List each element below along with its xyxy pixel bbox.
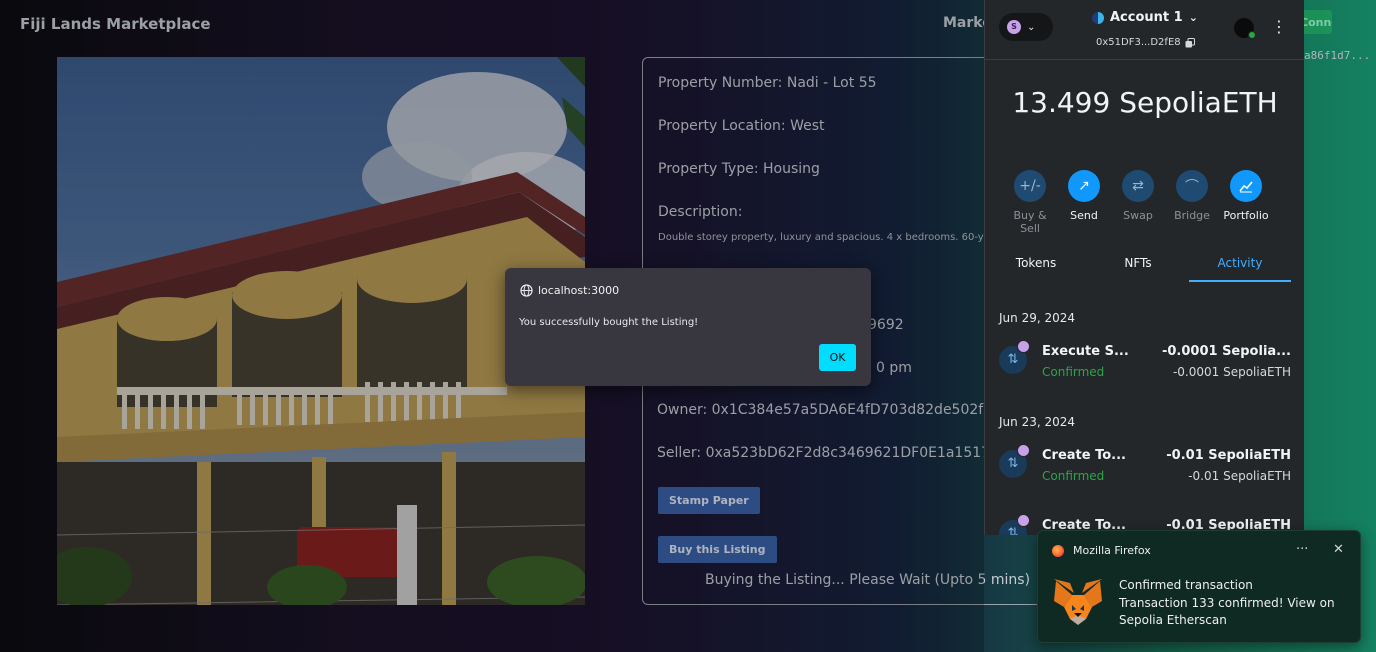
buy-listing-button[interactable]: Buy this Listing (658, 536, 777, 563)
stamp-paper-button[interactable]: Stamp Paper (658, 487, 760, 514)
more-options-icon[interactable]: ··· (1296, 542, 1308, 557)
buying-status-text: Buying the Listing... Please Wait (Upto … (705, 572, 1031, 588)
buy-sell-action[interactable]: +/- Buy & Sell (1003, 170, 1057, 235)
activity-amount: -0.01 SepoliaETH (1166, 448, 1291, 463)
chevron-down-icon: ⌄ (1027, 21, 1036, 33)
firefox-notification[interactable]: Mozilla Firefox ··· ✕ Confirmed transact… (1037, 530, 1361, 643)
portfolio-label: Portfolio (1223, 209, 1269, 222)
connected-site-icon[interactable] (1234, 18, 1256, 39)
send-action[interactable]: ↗ Send (1057, 170, 1111, 235)
account-name: Account 1 (1110, 10, 1183, 25)
activity-name: Execute S... (1042, 344, 1129, 359)
globe-icon (520, 284, 533, 297)
metamask-popup: S ⌄ Account 1 ⌄ 0x51DF3...D2fE8 ⋮ 13.499… (984, 0, 1304, 535)
alert-dialog: localhost:3000 You successfully bought t… (505, 268, 871, 386)
listing-time: 0 pm (876, 360, 912, 376)
network-badge-icon (1017, 514, 1030, 527)
bridge-icon: ⌒ (1176, 170, 1208, 202)
account-avatar (1092, 11, 1104, 24)
notification-title: Confirmed transaction (1119, 578, 1253, 592)
wallet-tabs: Tokens NFTs Activity (985, 248, 1304, 282)
activity-date: Jun 23, 2024 (999, 415, 1076, 429)
send-label: Send (1070, 209, 1098, 222)
notification-body: Transaction 133 confirmed! View on Sepol… (1119, 596, 1335, 627)
tab-activity[interactable]: Activity (1189, 248, 1291, 282)
connected-status-dot (1248, 31, 1256, 39)
price-value: 9692 (868, 317, 904, 333)
tab-tokens[interactable]: Tokens (985, 248, 1087, 282)
activity-status: Confirmed (1042, 365, 1105, 379)
account-selector[interactable]: Account 1 ⌄ (1092, 10, 1198, 25)
network-badge: S (1007, 20, 1021, 34)
portfolio-action[interactable]: Portfolio (1219, 170, 1273, 235)
alert-origin-text: localhost:3000 (538, 284, 620, 297)
chevron-down-icon: ⌄ (1188, 11, 1198, 24)
network-badge-icon (1017, 444, 1030, 457)
activity-amount-secondary: -0.01 SepoliaETH (1188, 469, 1291, 483)
close-icon[interactable]: ✕ (1333, 542, 1344, 557)
metamask-header: S ⌄ Account 1 ⌄ 0x51DF3...D2fE8 ⋮ (985, 0, 1304, 60)
account-address[interactable]: 0x51DF3...D2fE8 (1096, 37, 1195, 48)
activity-amount: -0.0001 Sepolia... (1161, 344, 1291, 359)
send-icon: ↗ (1068, 170, 1100, 202)
bridge-label: Bridge (1174, 209, 1210, 222)
copy-icon (1185, 37, 1195, 47)
wallet-actions: +/- Buy & Sell ↗ Send ⇄ Swap ⌒ Bridge Po… (1003, 170, 1273, 235)
account-address-text: 0x51DF3...D2fE8 (1096, 37, 1181, 48)
network-badge-icon (1017, 340, 1030, 353)
activity-status: Confirmed (1042, 469, 1105, 483)
buy-sell-label: Buy & Sell (1013, 209, 1047, 235)
owner-label: Owner: (657, 402, 708, 418)
activity-date: Jun 29, 2024 (999, 311, 1076, 325)
buy-sell-icon: +/- (1014, 170, 1046, 202)
portfolio-icon (1230, 170, 1262, 202)
network-selector[interactable]: S ⌄ (999, 13, 1053, 41)
alert-ok-button[interactable]: OK (819, 344, 856, 371)
swap-action[interactable]: ⇄ Swap (1111, 170, 1165, 235)
notification-app-name: Mozilla Firefox (1073, 544, 1151, 557)
firefox-icon (1052, 545, 1064, 557)
connected-address: a86f1d7... (1304, 49, 1371, 62)
seller-label: Seller: (657, 445, 702, 461)
activity-item[interactable]: ⇅ Create To... Confirmed -0.01 SepoliaET… (999, 444, 1291, 488)
bridge-action[interactable]: ⌒ Bridge (1165, 170, 1219, 235)
metamask-fox-icon (1054, 579, 1102, 625)
swap-icon: ⇄ (1122, 170, 1154, 202)
activity-item[interactable]: ⇅ Execute S... Confirmed -0.0001 Sepolia… (999, 340, 1291, 384)
balance-display: 13.499 SepoliaETH (1012, 86, 1278, 119)
swap-label: Swap (1123, 209, 1153, 222)
alert-origin: localhost:3000 (520, 284, 619, 297)
activity-amount-secondary: -0.0001 SepoliaETH (1172, 365, 1291, 379)
tab-nfts[interactable]: NFTs (1087, 248, 1189, 282)
more-options-icon[interactable]: ⋮ (1271, 17, 1287, 36)
app-title: Fiji Lands Marketplace (20, 15, 211, 33)
alert-message: You successfully bought the Listing! (519, 317, 699, 328)
activity-name: Create To... (1042, 448, 1126, 463)
